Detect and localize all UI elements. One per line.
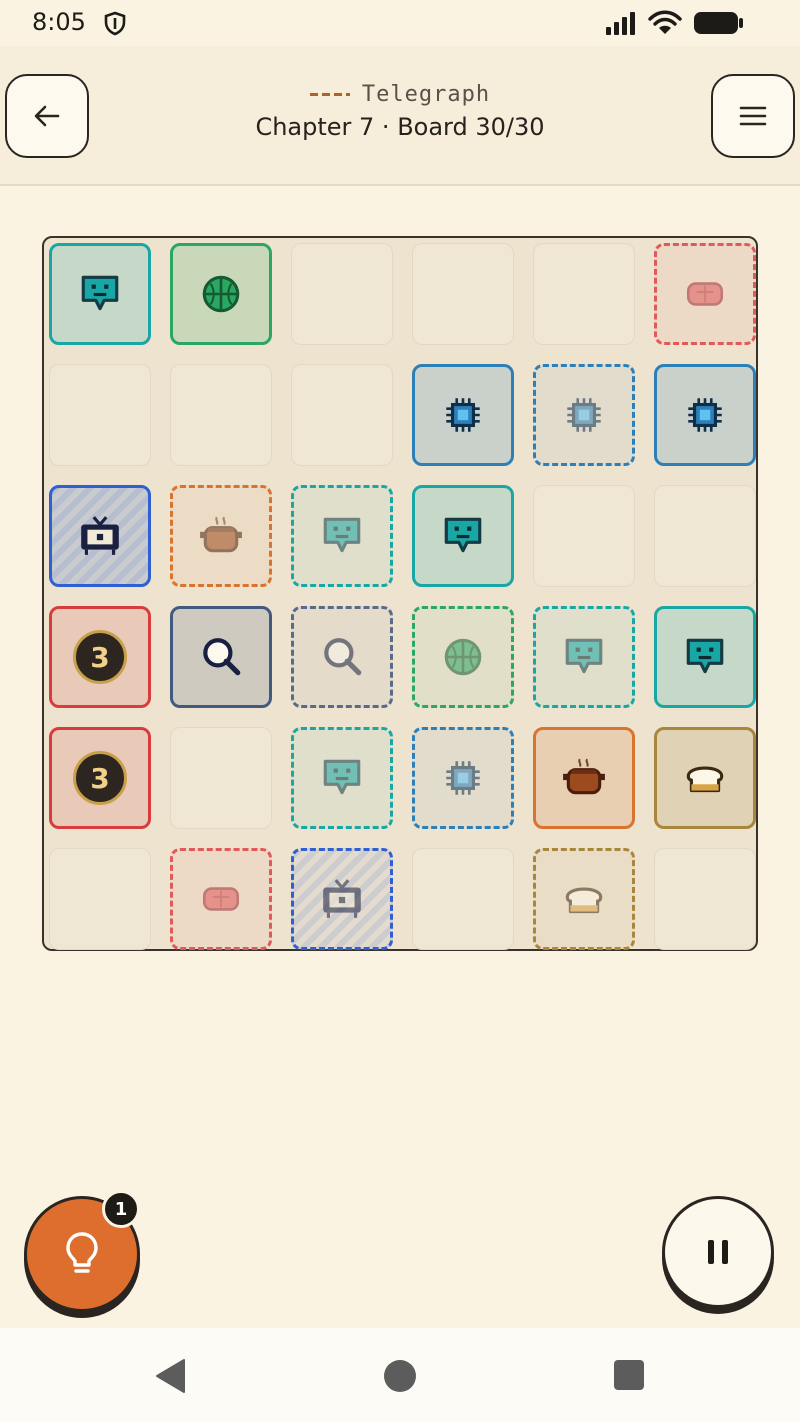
pot-icon <box>200 516 242 553</box>
empty-cell[interactable] <box>533 243 635 345</box>
magnifier-icon <box>324 638 362 676</box>
ghost-tile-bread[interactable] <box>533 848 635 950</box>
tile-globe[interactable] <box>170 243 272 345</box>
tv-icon <box>81 516 119 555</box>
signal-icon <box>606 12 635 35</box>
chat-icon <box>323 517 361 553</box>
empty-cell[interactable] <box>654 485 756 587</box>
page-title: Chapter 7 · Board 30/30 <box>255 113 545 141</box>
level-subtitle: Telegraph <box>309 82 491 107</box>
tile-chat[interactable] <box>654 606 756 708</box>
system-nav-bar <box>0 1328 800 1422</box>
chip-icon <box>446 761 480 795</box>
battery-icon <box>694 12 743 34</box>
chat-icon <box>323 759 361 795</box>
ghost-tile-globe[interactable] <box>412 606 514 708</box>
magnifier-icon <box>203 638 241 676</box>
empty-cell[interactable] <box>291 364 393 466</box>
dash-decoration <box>309 93 350 96</box>
ghost-tile-magnifier[interactable] <box>291 606 393 708</box>
number-badge: 3 <box>73 630 127 684</box>
tile-chat[interactable] <box>412 485 514 587</box>
chip-icon <box>567 398 601 432</box>
tv-icon <box>323 879 361 918</box>
header-title-block: Telegraph Chapter 7 · Board 30/30 <box>0 82 800 141</box>
tile-bread[interactable] <box>654 727 756 829</box>
steak-icon <box>202 887 240 911</box>
chat-icon <box>565 638 603 674</box>
ghost-tile-steak[interactable] <box>170 848 272 950</box>
ghost-tile-chat[interactable] <box>291 727 393 829</box>
chat-icon <box>81 275 119 311</box>
empty-cell[interactable] <box>170 727 272 829</box>
status-bar: 8:05 <box>0 0 800 46</box>
status-time: 8:05 <box>32 8 86 36</box>
chip-icon <box>446 398 480 432</box>
puzzle-board: 3 3 <box>42 236 758 951</box>
ghost-tile-tv[interactable] <box>291 848 393 950</box>
wifi-icon <box>648 10 682 34</box>
tile-chip[interactable] <box>654 364 756 466</box>
steak-icon <box>686 282 724 306</box>
bread-icon <box>565 887 603 914</box>
menu-button[interactable] <box>711 74 795 158</box>
tile-pot[interactable] <box>533 727 635 829</box>
tile-chip[interactable] <box>412 364 514 466</box>
ghost-tile-chip[interactable] <box>412 727 514 829</box>
nav-home-icon[interactable] <box>382 1358 418 1394</box>
chat-icon <box>686 638 724 674</box>
globe-icon <box>202 275 240 313</box>
chip-icon <box>688 398 722 432</box>
empty-cell[interactable] <box>291 243 393 345</box>
tile-tv[interactable] <box>49 485 151 587</box>
ghost-tile-chip[interactable] <box>533 364 635 466</box>
nav-back-icon[interactable] <box>154 1358 186 1394</box>
pause-button[interactable] <box>662 1196 774 1308</box>
empty-cell[interactable] <box>533 485 635 587</box>
header: Telegraph Chapter 7 · Board 30/30 <box>0 46 800 186</box>
bread-icon <box>686 766 724 793</box>
nav-recents-icon[interactable] <box>612 1358 646 1392</box>
shield-icon <box>104 11 126 36</box>
number-cell[interactable]: 3 <box>49 606 151 708</box>
lightbulb-icon <box>66 1232 98 1273</box>
ghost-tile-chat[interactable] <box>533 606 635 708</box>
empty-cell[interactable] <box>49 364 151 466</box>
empty-cell[interactable] <box>412 243 514 345</box>
ghost-tile-pot[interactable] <box>170 485 272 587</box>
chat-icon <box>444 517 482 553</box>
ghost-tile-steak[interactable] <box>654 243 756 345</box>
empty-cell[interactable] <box>654 848 756 950</box>
number-cell[interactable]: 3 <box>49 727 151 829</box>
empty-cell[interactable] <box>170 364 272 466</box>
hamburger-icon <box>739 106 767 126</box>
number-badge: 3 <box>73 751 127 805</box>
empty-cell[interactable] <box>412 848 514 950</box>
level-subtitle-text: Telegraph <box>361 82 491 107</box>
ghost-tile-chat[interactable] <box>291 485 393 587</box>
empty-cell[interactable] <box>49 848 151 950</box>
globe-icon <box>444 638 482 676</box>
tile-chat[interactable] <box>49 243 151 345</box>
pot-icon <box>563 758 605 795</box>
hint-count-badge: 1 <box>102 1190 140 1228</box>
tile-magnifier[interactable] <box>170 606 272 708</box>
pause-icon <box>708 1240 728 1264</box>
